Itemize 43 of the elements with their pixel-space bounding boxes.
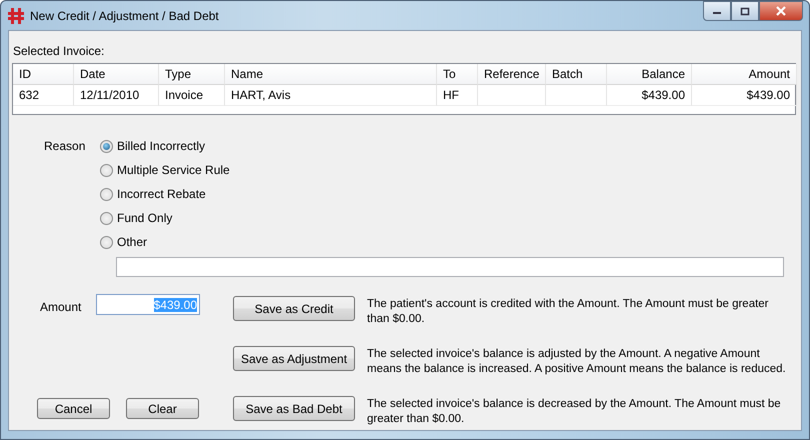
radio-label[interactable]: Multiple Service Rule [117, 162, 230, 178]
maximize-icon[interactable] [731, 1, 759, 21]
table-cell: $439.00 [692, 85, 797, 106]
input-field[interactable] [116, 257, 784, 277]
section-label: Selected Invoice: [13, 44, 104, 58]
column-header[interactable]: Batch [546, 64, 607, 85]
table-cell: HF [437, 85, 478, 106]
radio-button[interactable] [100, 212, 113, 224]
description-text: The patient's account is credited with the Amount. The Amount must be greater than $0.00. [367, 297, 770, 321]
save-button[interactable]: Save as Adjustment [233, 346, 355, 371]
radio-button[interactable] [100, 188, 113, 200]
column-header[interactable]: Type [159, 64, 225, 85]
table-cell [546, 85, 607, 106]
table-cell: 12/11/2010 [74, 85, 159, 106]
table-cell: Invoice [159, 85, 225, 106]
radio-button[interactable] [100, 164, 113, 176]
radio-label[interactable]: Incorrect Rebate [117, 186, 206, 202]
reason-label: Reason [44, 139, 86, 155]
column-header[interactable]: Reference [478, 64, 546, 85]
column-header[interactable]: Amount [692, 64, 797, 85]
radio-label[interactable]: Fund Only [117, 210, 172, 226]
column-header[interactable]: Date [74, 64, 159, 85]
table-cell: $439.00 [607, 85, 692, 106]
minimize-icon[interactable] [703, 1, 731, 21]
radio-label[interactable]: Billed Incorrectly [117, 138, 206, 154]
window-title: New Credit / Adjustment / Bad Debt [30, 8, 220, 22]
column-header[interactable]: Name [225, 64, 437, 85]
close-icon[interactable] [759, 1, 803, 21]
dialog-button[interactable]: Clear [126, 398, 199, 419]
column-header[interactable]: ID [13, 64, 74, 85]
table-cell: HART, Avis [225, 85, 437, 106]
radio-button[interactable] [100, 236, 113, 248]
column-header[interactable]: To [437, 64, 478, 85]
save-button[interactable]: Save as Credit [233, 296, 355, 321]
amount-label: Amount [40, 300, 82, 314]
column-header[interactable]: Balance [607, 64, 692, 85]
dialog-button[interactable]: Cancel [37, 398, 110, 419]
save-button[interactable]: Save as Bad Debt [233, 396, 355, 421]
table-cell [478, 85, 546, 106]
table-cell: 632 [13, 85, 74, 106]
app-logo-icon [8, 8, 24, 24]
radio-button[interactable] [100, 140, 113, 152]
radio-label[interactable]: Other [117, 234, 148, 250]
